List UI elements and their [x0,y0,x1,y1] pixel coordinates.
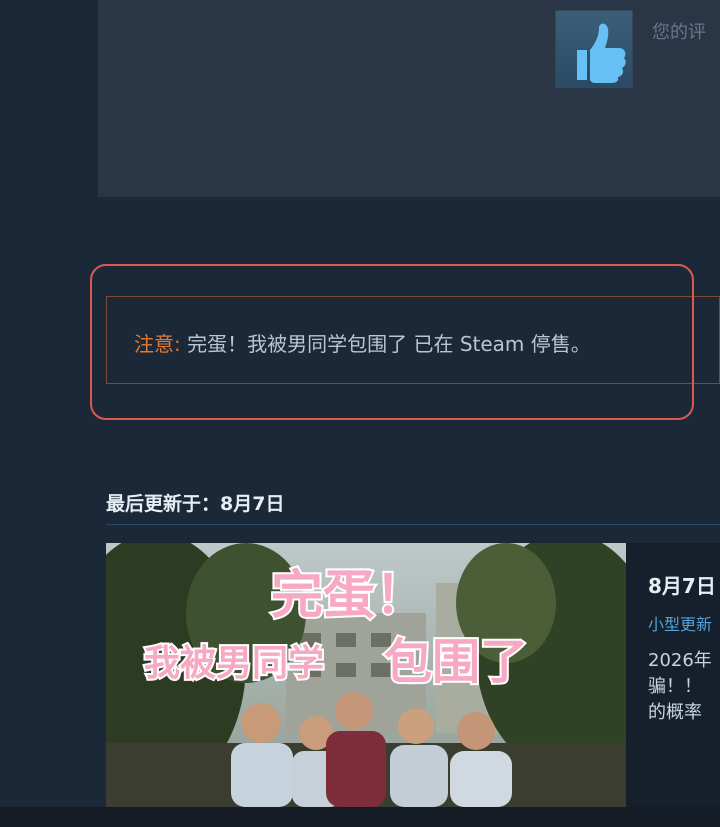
update-type-link[interactable]: 小型更新 [648,611,712,635]
last-updated-heading: 最后更新于：8月7日 [106,493,285,515]
thumbnail-title-line2a: 我被男同学 [144,642,324,684]
heading-divider [106,524,720,525]
snippet-line: 2026年 [648,650,712,671]
annotation-highlight [90,264,694,420]
update-date: 8月7日 [648,574,716,598]
snippet-line: 的概率 [648,702,702,723]
thumbs-up-icon[interactable] [555,10,633,88]
snippet-line: 骗！！ [648,676,702,697]
thumbnail-title-line1: 完蛋！ [271,566,427,626]
review-status-text: 您的评 [652,22,706,43]
update-snippet: 2026年 骗！！ 的概率 [648,648,720,726]
thumbnail-title-line2b: 包围了 [384,634,528,690]
update-thumbnail[interactable]: 完蛋！ 我被男同学 包围了 [106,543,626,807]
bottom-bar [0,807,720,827]
